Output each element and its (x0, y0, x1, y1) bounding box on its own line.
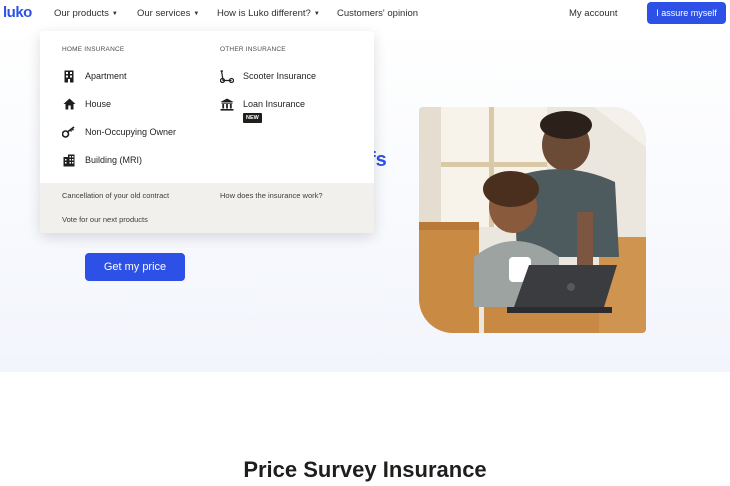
site-header: luko Our products ▼ Our services ▼ How is … (0, 0, 730, 26)
caret-down-icon: ▼ (111, 11, 118, 17)
key-icon (62, 125, 76, 139)
apartment-building-icon (62, 153, 76, 167)
menu-item-label: Building (MRI) (85, 155, 143, 165)
cancellation-link[interactable]: Cancellation of your old contract (62, 191, 169, 200)
caret-down-icon: ▼ (193, 11, 200, 17)
bank-icon (220, 97, 234, 111)
nav-our-products-label: Our products (54, 8, 109, 19)
vote-next-products-link[interactable]: Vote for our next products (62, 215, 148, 224)
section-title: Price Survey Insurance (243, 457, 487, 482)
nav-how-different-label: How is Luko different? (217, 8, 311, 19)
menu-item-label: Loan Insurance (243, 99, 306, 109)
luko-logo[interactable]: luko (3, 4, 32, 21)
nav-our-products[interactable]: Our products ▼ (54, 8, 118, 19)
menu-item-label: House (85, 99, 112, 109)
get-my-price-button[interactable]: Get my price (85, 253, 185, 281)
menu-item-loan-insurance[interactable]: Loan Insurance (220, 96, 305, 112)
house-icon (62, 97, 76, 111)
nav-our-services[interactable]: Our services ▼ (137, 8, 199, 19)
menu-item-label: Non-Occupying Owner (85, 127, 177, 137)
products-dropdown: HOME INSURANCE OTHER INSURANCE Apartment… (40, 31, 374, 233)
menu-item-house[interactable]: House (62, 96, 111, 112)
menu-item-scooter-insurance[interactable]: Scooter Insurance (220, 68, 316, 84)
caret-down-icon: ▼ (313, 11, 320, 17)
home-insurance-heading: HOME INSURANCE (62, 46, 125, 53)
building-icon (62, 69, 76, 83)
couple-laptop-image (419, 107, 646, 333)
menu-item-label: Apartment (85, 71, 127, 81)
nav-customers-opinion-label: Customers' opinion (337, 8, 419, 19)
menu-item-apartment[interactable]: Apartment (62, 68, 127, 84)
menu-item-building-mri[interactable]: Building (MRI) (62, 152, 142, 168)
nav-how-different[interactable]: How is Luko different? ▼ (217, 8, 320, 19)
scooter-icon (220, 69, 234, 83)
dropdown-footer: Cancellation of your old contract How do… (40, 183, 374, 233)
new-badge: NEW (243, 113, 262, 123)
other-insurance-heading: OTHER INSURANCE (220, 46, 286, 53)
menu-item-non-occupying-owner[interactable]: Non-Occupying Owner (62, 124, 176, 140)
how-insurance-works-link[interactable]: How does the insurance work? (220, 191, 323, 200)
hero-photo (419, 107, 646, 333)
menu-item-label: Scooter Insurance (243, 71, 317, 81)
nav-our-services-label: Our services (137, 8, 191, 19)
my-account-link[interactable]: My account (569, 8, 618, 19)
assure-myself-button[interactable]: I assure myself (647, 2, 726, 24)
nav-customers-opinion[interactable]: Customers' opinion (337, 8, 418, 19)
